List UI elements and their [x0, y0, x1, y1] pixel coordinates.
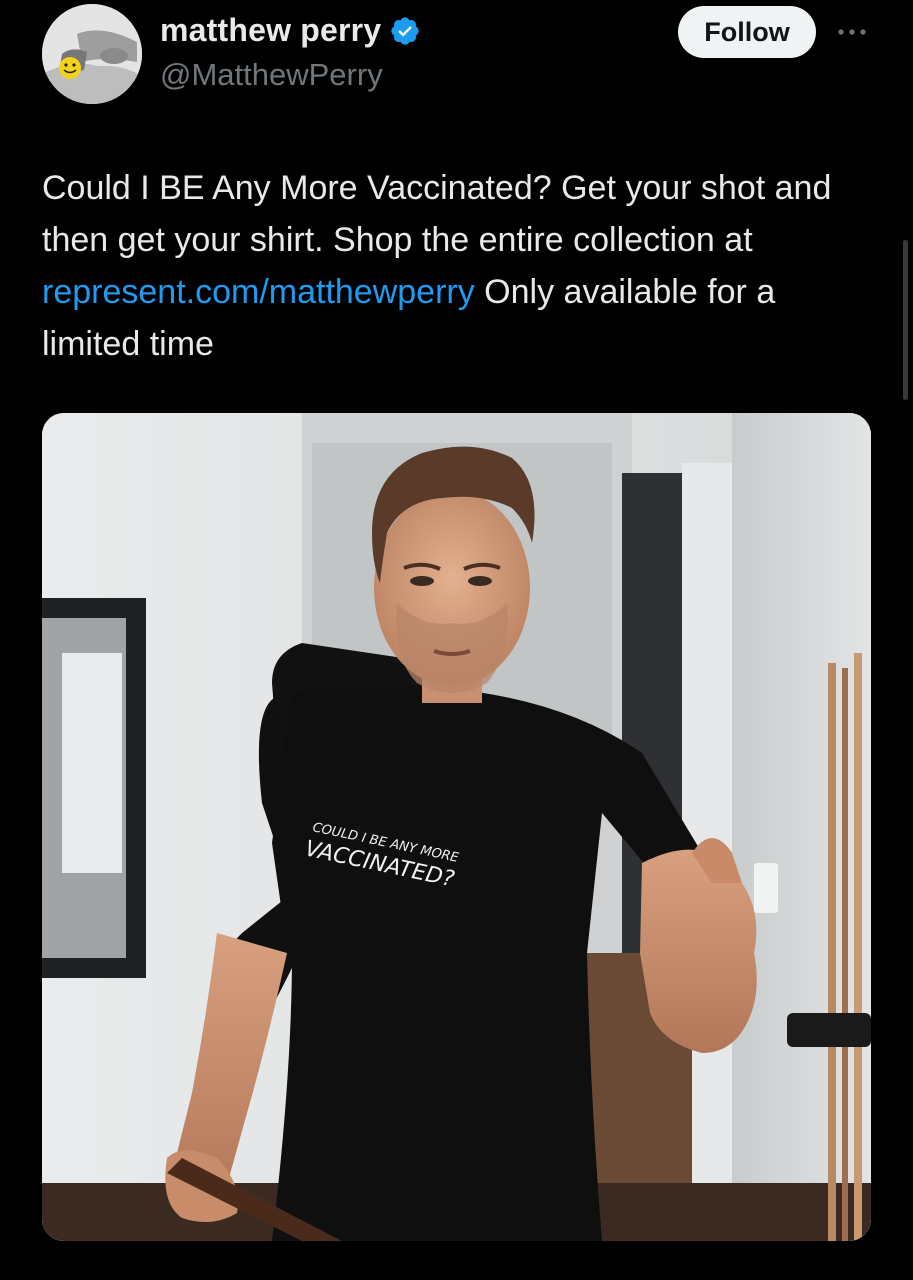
tweet-text: Could I BE Any More Vaccinated? Get your… — [42, 162, 872, 370]
scrollbar[interactable] — [903, 240, 908, 400]
author-handle[interactable]: @MatthewPerry — [160, 57, 383, 93]
more-horizontal-icon[interactable] — [835, 22, 869, 42]
tweet-media-photo[interactable]: COULD I BE ANY MORE VACCINATED? — [42, 413, 871, 1241]
follow-button[interactable]: Follow — [678, 6, 816, 58]
tweet-link[interactable]: represent.com/matthewperry — [42, 273, 475, 311]
tweet-text-part: Could I BE Any More Vaccinated? Get your… — [42, 169, 832, 259]
avatar[interactable] — [42, 4, 142, 104]
author-name-row[interactable]: matthew perry — [160, 12, 421, 49]
verified-badge-icon — [389, 15, 421, 47]
author-display-name[interactable]: matthew perry — [160, 12, 381, 49]
